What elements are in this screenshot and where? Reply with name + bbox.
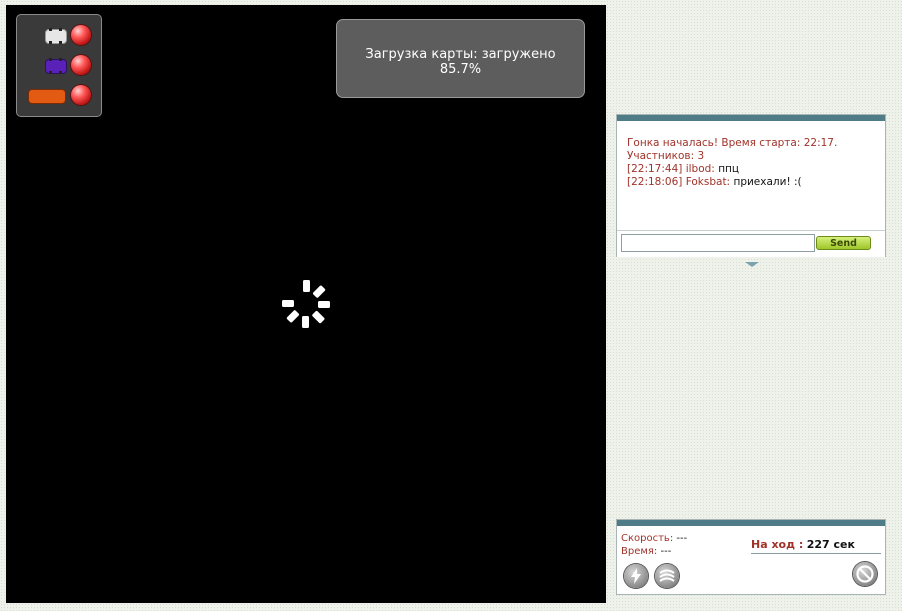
chat-input-row: Send bbox=[617, 230, 885, 257]
player-row bbox=[25, 25, 95, 47]
chat-time: [22:18:06] bbox=[627, 176, 683, 188]
speed-label: Скорость: bbox=[621, 533, 674, 544]
chat-author[interactable]: ilbod: bbox=[686, 163, 715, 175]
map-loading-box: Загрузка карты: загружено 85.7% bbox=[336, 19, 585, 98]
player-car-icon bbox=[45, 28, 67, 44]
player-status-icon bbox=[71, 25, 91, 45]
player-car-icon bbox=[45, 58, 67, 74]
chat-panel: Гонка началась! Время старта: 22:17. Уча… bbox=[616, 114, 886, 257]
chat-message: [22:17:44] ilbod: ппц bbox=[627, 163, 885, 176]
chat-system-message: Гонка началась! Время старта: 22:17. bbox=[627, 137, 838, 149]
chat-collapse-arrow-icon[interactable] bbox=[745, 262, 759, 267]
player-status-icon bbox=[71, 85, 91, 105]
speed-value: --- bbox=[676, 533, 688, 544]
loading-percent: 85.7% bbox=[439, 62, 482, 77]
game-canvas[interactable]: Загрузка карты: загружено 85.7% bbox=[6, 5, 606, 603]
player-row bbox=[25, 55, 95, 77]
time-label: Время: bbox=[621, 546, 658, 557]
chat-log: Гонка началась! Время старта: 22:17. Уча… bbox=[617, 121, 885, 189]
chat-input[interactable] bbox=[621, 234, 815, 252]
loading-text: Загрузка карты: загружено bbox=[365, 47, 556, 62]
quit-button[interactable] bbox=[853, 562, 877, 586]
stats-text: Скорость: --- Время: --- bbox=[621, 532, 687, 558]
wave-button[interactable] bbox=[655, 564, 679, 588]
wave-icon bbox=[659, 569, 675, 582]
chat-message: [22:18:06] Foksbat: приехали! :( bbox=[627, 176, 885, 189]
player-row bbox=[25, 85, 95, 107]
chat-text: ппц bbox=[718, 163, 740, 175]
race-stats-panel: Скорость: --- Время: --- На ход : 227 се… bbox=[616, 519, 886, 595]
send-button[interactable]: Send bbox=[816, 236, 871, 250]
turn-divider bbox=[751, 553, 881, 554]
chat-system-message: Участников: 3 bbox=[627, 150, 705, 162]
nitro-button[interactable] bbox=[624, 564, 648, 588]
turn-timer: На ход : 227 сек bbox=[751, 538, 855, 551]
loading-spinner-icon bbox=[282, 280, 330, 328]
player-car-icon bbox=[28, 89, 66, 104]
player-status-icon bbox=[71, 55, 91, 75]
chat-author[interactable]: Foksbat: bbox=[686, 176, 730, 188]
chat-time: [22:17:44] bbox=[627, 163, 683, 175]
chat-text: приехали! :( bbox=[733, 176, 802, 188]
turn-label: На ход : bbox=[751, 538, 804, 551]
side-empty-area bbox=[614, 8, 889, 114]
lightning-icon bbox=[631, 568, 641, 584]
no-entry-icon bbox=[856, 565, 874, 583]
turn-value: 227 сек bbox=[806, 538, 855, 551]
players-panel bbox=[16, 14, 102, 117]
stats-header-bar bbox=[617, 520, 885, 526]
time-value: --- bbox=[660, 546, 672, 557]
